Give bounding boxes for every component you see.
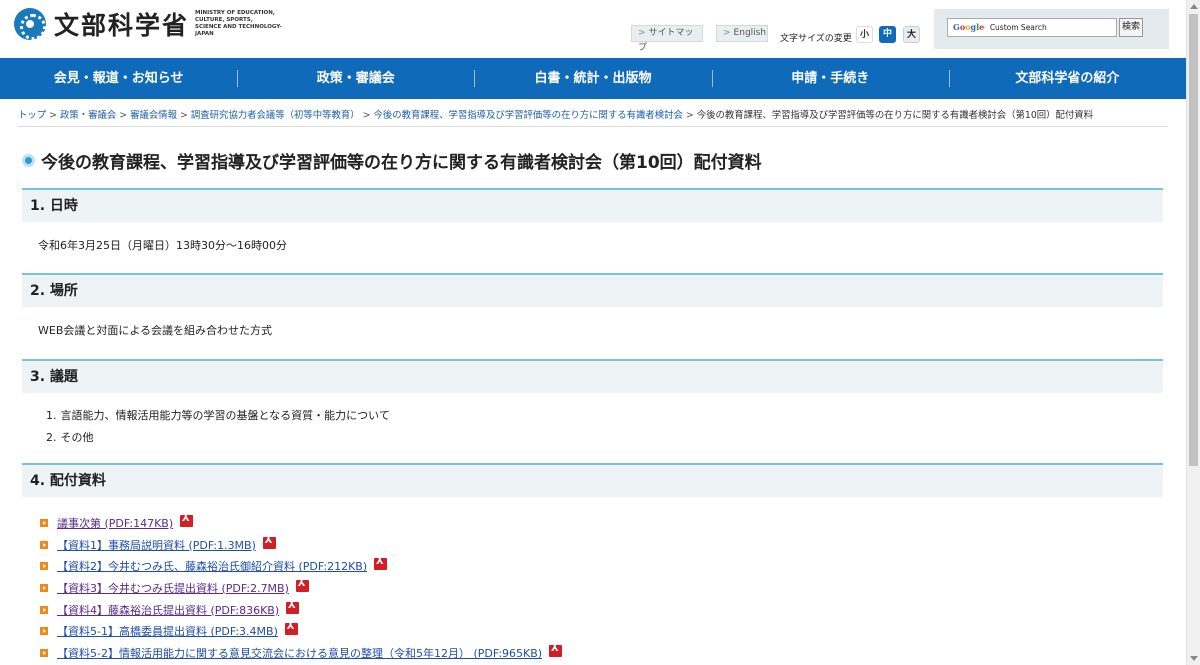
chevron-right-icon: > [685, 110, 694, 121]
nav-item-news[interactable]: 会見・報道・お知らせ [0, 58, 237, 99]
document-link[interactable]: 【資料2】今井むつみ氏、藤森裕治氏御紹介資料 (PDF:212KB) [57, 558, 367, 574]
document-link[interactable]: 【資料1】事務局説明資料 (PDF:1.3MB) [57, 537, 256, 553]
arrow-bullet-icon [40, 605, 48, 614]
logo-text: 文部科学省 [54, 11, 190, 40]
arrow-bullet-icon [40, 627, 48, 636]
document-link[interactable]: 【資料3】今井むつみ氏提出資料 (PDF:2.7MB) [57, 580, 289, 596]
list-item: 【資料3】今井むつみ氏提出資料 (PDF:2.7MB) [40, 577, 562, 599]
arrow-bullet-icon [40, 648, 48, 657]
document-link[interactable]: 議事次第 (PDF:147KB) [57, 515, 173, 531]
logo-en-line: MINISTRY OF EDUCATION, [195, 10, 275, 16]
list-item: 2. その他 [46, 429, 390, 445]
sitemap-button[interactable]: > サイトマップ [631, 25, 703, 53]
pdf-icon [284, 621, 298, 636]
pdf-icon [262, 535, 276, 549]
nav-item-applications[interactable]: 申請・手続き [711, 58, 949, 99]
global-nav: 会見・報道・お知らせ 政策・審議会 白書・統計・出版物 申請・手続き 文部科学省… [0, 58, 1186, 99]
fontsize-small-button[interactable]: 小 [856, 26, 873, 43]
agenda-text: 言語能力、情報活用能力等の学習の基盤となる資質・能力について [60, 409, 390, 422]
document-list: 議事次第 (PDF:147KB) 【資料1】事務局説明資料 (PDF:1.3MB… [40, 512, 563, 664]
arrow-bullet-icon [40, 562, 48, 571]
agenda-list: 1. 言語能力、情報活用能力等の学習の基盤となる資質・能力について 2. その他 [46, 407, 390, 451]
chevron-right-icon: > [638, 28, 646, 38]
breadcrumb-link[interactable]: 調査研究協力者会議等（初等中等教育） [191, 110, 360, 121]
list-item: 【資料1】事務局説明資料 (PDF:1.3MB) [40, 534, 562, 556]
breadcrumb: トップ > 政策・審議会 > 審議会情報 > 調査研究協力者会議等（初等中等教育） > 今後の教… [18, 107, 1168, 127]
agenda-text: その他 [60, 431, 94, 444]
datetime-text: 令和6年3月25日（月曜日）13時30分～16時00分 [38, 239, 287, 252]
site-logo[interactable]: 文部科学省 MINISTRY OF EDUCATION, CULTURE, SP… [14, 6, 285, 42]
document-link[interactable]: 【資料5-2】情報活用能力に関する意見交流会における意見の整理（令和5年12月）… [57, 645, 542, 661]
search-button[interactable]: 検索 [1119, 18, 1143, 37]
chevron-right-icon: > [723, 28, 731, 38]
scroll-down-icon[interactable] [1190, 656, 1198, 661]
chevron-right-icon: > [119, 110, 128, 121]
agenda-number: 1. [46, 409, 57, 422]
document-link[interactable]: 【資料5-1】高橋委員提出資料 (PDF:3.4MB) [57, 623, 278, 639]
breadcrumb-current: 今後の教育課程、学習指導及び学習評価等の在り方に関する有識者検討会（第10回）配… [696, 110, 1094, 121]
pdf-icon [374, 556, 388, 571]
site-header: 文部科学省 MINISTRY OF EDUCATION, CULTURE, SP… [0, 0, 1186, 58]
list-item: 1. 言語能力、情報活用能力等の学習の基盤となる資質・能力について [46, 407, 390, 423]
scroll-up-icon[interactable] [1190, 4, 1198, 9]
list-item: 【資料2】今井むつみ氏、藤森裕治氏御紹介資料 (PDF:212KB) [40, 555, 562, 577]
search-input[interactable]: Google Custom Search [947, 18, 1117, 37]
fontsize-label: 文字サイズの変更 [780, 34, 852, 44]
page-title: 今後の教育課程、学習指導及び学習評価等の在り方に関する有識者検討会（第10回）配… [22, 148, 762, 173]
pdf-icon [295, 578, 309, 592]
breadcrumb-link[interactable]: 政策・審議会 [60, 110, 116, 121]
logo-en-line: CULTURE, SPORTS, [195, 17, 253, 23]
logo-en-line: SCIENCE AND TECHNOLOGY-JAPAN [195, 24, 282, 37]
arrow-bullet-icon [40, 540, 48, 549]
breadcrumb-link[interactable]: 審議会情報 [130, 110, 177, 121]
english-button[interactable]: > English [716, 25, 768, 42]
list-item: 【資料5-2】情報活用能力に関する意見交流会における意見の整理（令和5年12月）… [40, 642, 563, 664]
pdf-icon [180, 513, 194, 527]
arrow-bullet-icon [40, 583, 48, 592]
document-link[interactable]: 【資料4】藤森裕治氏提出資料 (PDF:836KB) [57, 602, 279, 618]
pdf-icon [286, 600, 300, 614]
list-item: 議事次第 (PDF:147KB) [40, 512, 562, 534]
breadcrumb-link[interactable]: トップ [18, 110, 46, 121]
section-heading-documents: 4. 配付資料 [22, 463, 1163, 497]
fontsize-large-button[interactable]: 大 [903, 26, 920, 43]
agenda-number: 2. [46, 431, 57, 444]
pdf-icon [549, 643, 563, 657]
google-logo: Google [953, 22, 985, 32]
logo-english: MINISTRY OF EDUCATION, CULTURE, SPORTS, … [195, 10, 285, 38]
search-area: Google Custom Search 検索 [934, 9, 1169, 49]
nav-item-publications[interactable]: 白書・統計・出版物 [474, 58, 711, 99]
chevron-right-icon: > [362, 110, 371, 121]
list-item: 【資料5-1】高橋委員提出資料 (PDF:3.4MB) [40, 620, 562, 642]
fontsize-medium-button[interactable]: 中 [879, 26, 896, 43]
section-heading-agenda: 3. 議題 [22, 359, 1163, 393]
place-text: WEB会議と対面による会議を組み合わせた方式 [38, 324, 273, 337]
nav-item-policy[interactable]: 政策・審議会 [237, 58, 474, 99]
circle-bullet-icon [22, 154, 35, 167]
chevron-right-icon: > [49, 110, 57, 121]
breadcrumb-link[interactable]: 今後の教育課程、学習指導及び学習評価等の在り方に関する有識者検討会 [374, 110, 683, 121]
chevron-right-icon: > [180, 110, 188, 121]
arrow-bullet-icon [40, 518, 48, 527]
mext-logo-icon [14, 8, 46, 40]
english-label: English [733, 28, 767, 38]
vertical-scrollbar[interactable] [1186, 0, 1200, 665]
scrollbar-thumb[interactable] [1189, 14, 1198, 466]
section-heading-place: 2. 場所 [22, 273, 1163, 307]
section-heading-datetime: 1. 日時 [22, 188, 1163, 222]
page-title-text: 今後の教育課程、学習指導及び学習評価等の在り方に関する有識者検討会（第10回）配… [41, 153, 762, 173]
nav-item-about[interactable]: 文部科学省の紹介 [948, 58, 1186, 99]
sitemap-label: サイトマップ [638, 28, 694, 53]
search-custom-label: Custom Search [989, 23, 1047, 32]
list-item: 【資料4】藤森裕治氏提出資料 (PDF:836KB) [40, 599, 562, 621]
